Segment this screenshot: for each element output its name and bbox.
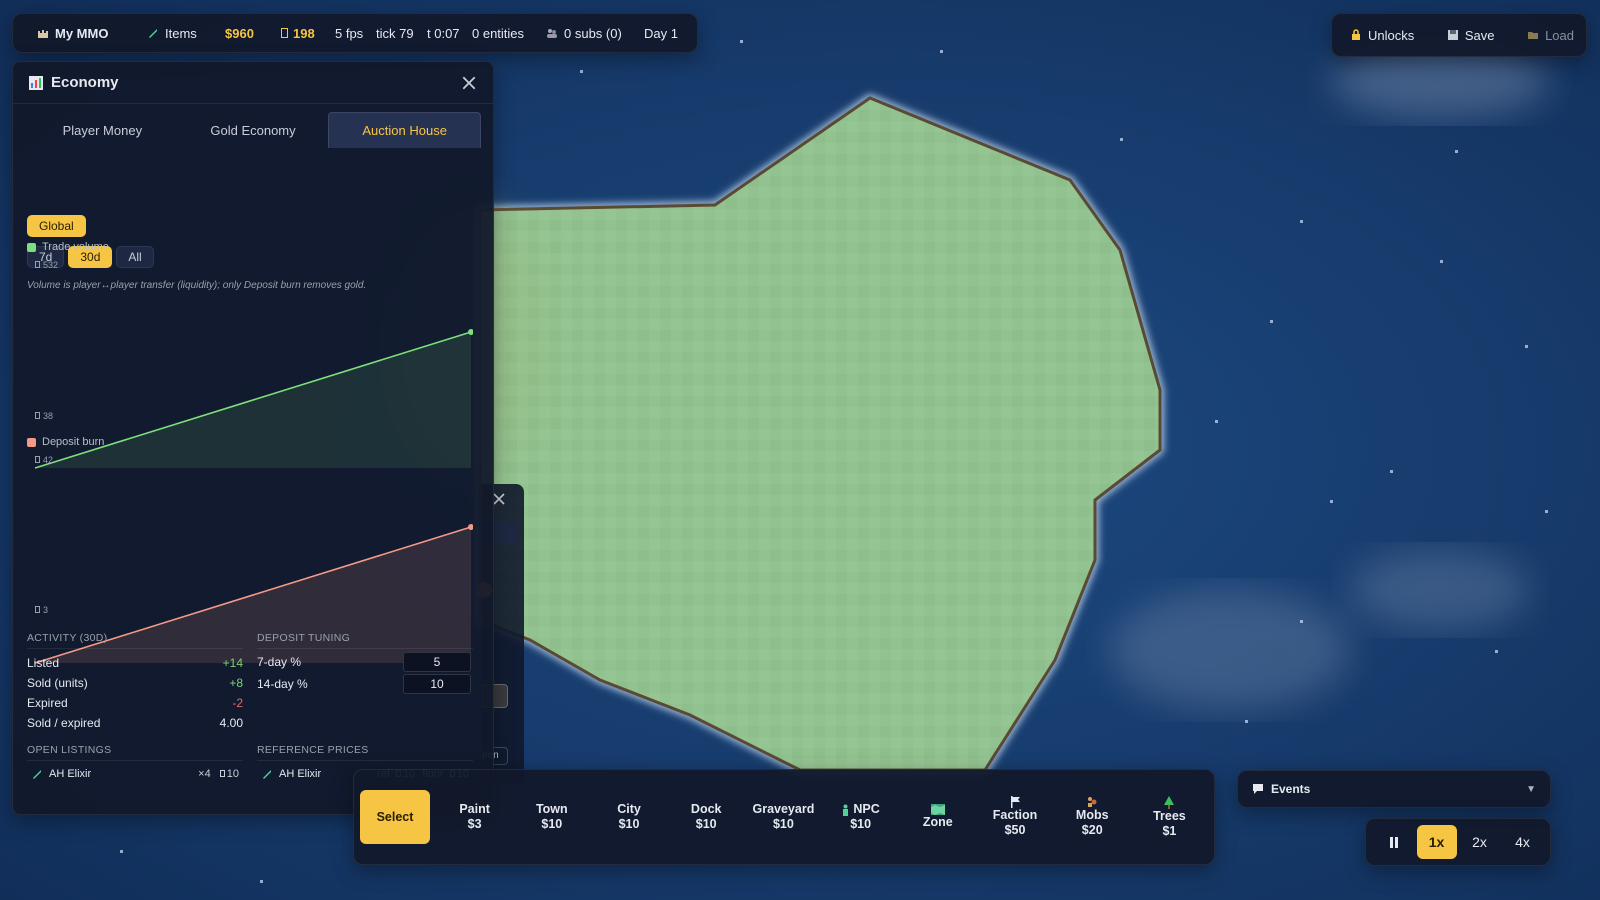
axis-min-label: 3 [35, 605, 48, 615]
potion-icon [33, 770, 41, 779]
pause-icon [1389, 836, 1398, 848]
tool-paint[interactable]: Paint $3 [436, 789, 513, 845]
tool-select[interactable]: Select [360, 790, 430, 844]
speed-4x-button[interactable]: 4x [1503, 825, 1543, 859]
tab-player-money[interactable]: Player Money [27, 112, 178, 148]
gold-coin-icon [35, 261, 40, 268]
axis-max-label: 42 [35, 455, 53, 465]
economy-panel: Economy Player Money Gold Economy Auctio… [12, 61, 494, 815]
divider [257, 648, 473, 649]
lock-icon [1352, 29, 1360, 40]
build-toolbar: Select Paint $3 Town $10 City $10 Dock $10 G… [353, 769, 1215, 865]
gold-coin-icon [35, 412, 40, 419]
listing-item[interactable]: AH Elixir ×4 10 [31, 768, 239, 780]
users-icon [547, 29, 557, 38]
top-status-bar: My MMO Items $960 198 5 fps tick 79 t 0:… [12, 13, 698, 53]
time-display: t 0:07 [427, 25, 460, 41]
deposit-burn-chart [34, 524, 473, 664]
reference-prices-header: REFERENCE PRICES [257, 744, 369, 756]
day-display: Day 1 [644, 25, 678, 41]
activity-row: Listed +14 [27, 656, 243, 670]
range-all-button[interactable]: All [116, 246, 154, 268]
person-icon [843, 804, 849, 816]
speed-1x-button[interactable]: 1x [1416, 825, 1457, 859]
tool-town[interactable]: Town $10 [513, 789, 590, 845]
load-button[interactable]: Load [1527, 28, 1574, 43]
items-button[interactable]: Items [147, 26, 225, 41]
legend-trade-volume: Trade volume [27, 241, 109, 253]
scope-global-button[interactable]: Global [27, 215, 86, 237]
economy-title: Economy [51, 74, 119, 91]
tool-graveyard[interactable]: Graveyard $10 [745, 789, 822, 845]
mob-icon [1088, 797, 1097, 807]
gold-coin-icon [219, 770, 225, 777]
legend-swatch [27, 242, 36, 252]
tool-dock[interactable]: Dock $10 [668, 789, 745, 845]
tool-zone[interactable]: Zone [899, 789, 976, 845]
activity-row: Sold / expired 4.00 [27, 716, 243, 730]
deposit-14day-input[interactable] [403, 674, 471, 694]
entities-display: 0 entities [472, 25, 525, 41]
gold-coin-icon [35, 606, 40, 613]
tuning-row: 7-day % [257, 652, 471, 672]
chart-note: Volume is player↔player transfer (liquid… [27, 280, 367, 291]
speed-2x-button[interactable]: 2x [1460, 825, 1500, 859]
divider [257, 760, 473, 761]
economy-tabs: Player Money Gold Economy Auction House [13, 104, 493, 148]
divider [27, 648, 243, 649]
tab-gold-economy[interactable]: Gold Economy [178, 112, 329, 148]
tool-npc[interactable]: NPC $10 [822, 789, 899, 845]
deposit-7day-input[interactable] [403, 652, 471, 672]
potion-icon [263, 770, 271, 779]
events-panel[interactable]: Events ▼ [1237, 770, 1551, 808]
fps-display: 5 fps [335, 25, 364, 41]
trade-volume-chart [34, 329, 473, 469]
money-display: $960 [225, 25, 254, 41]
tool-mobs[interactable]: Mobs $20 [1054, 789, 1131, 845]
close-icon[interactable] [492, 492, 506, 506]
legend-swatch [27, 437, 36, 447]
economy-header: Economy [13, 62, 493, 104]
save-button[interactable]: Save [1447, 28, 1494, 43]
activity-row: Sold (units) +8 [27, 676, 243, 690]
close-icon[interactable] [461, 75, 477, 91]
file-menu: Unlocks Save Load [1331, 13, 1587, 57]
chat-icon [1253, 784, 1263, 794]
gold-display: 198 [281, 26, 335, 41]
activity-row: Expired -2 [27, 696, 243, 710]
tuning-row: 14-day % [257, 674, 471, 694]
subs-display: 0 subs (0) [546, 26, 644, 41]
axis-max-label: 532 [35, 260, 58, 270]
activity-header: ACTIVITY (30D) [27, 632, 108, 644]
speed-controls: 1x 2x 4x [1365, 818, 1551, 866]
castle-icon [38, 30, 48, 38]
tab-auction-house[interactable]: Auction House [328, 112, 482, 148]
gold-coin-icon [281, 28, 288, 38]
tool-faction[interactable]: Faction $50 [976, 789, 1053, 845]
folder-icon [1528, 32, 1539, 39]
divider [27, 760, 243, 761]
potion-icon [149, 29, 157, 38]
open-listings-header: OPEN LISTINGS [27, 744, 112, 756]
legend-deposit-burn: Deposit burn [27, 436, 104, 448]
tool-city[interactable]: City $10 [590, 789, 667, 845]
tool-trees[interactable]: Trees $1 [1131, 789, 1208, 845]
deposit-tuning-header: DEPOSIT TUNING [257, 632, 351, 644]
chart-icon [29, 75, 43, 90]
axis-min-label: 38 [35, 411, 53, 421]
map-icon [930, 804, 945, 815]
chevron-down-icon[interactable]: ▼ [1526, 784, 1536, 795]
tick-display: tick 79 [376, 25, 414, 41]
floppy-icon [1447, 30, 1458, 40]
flag-icon [1010, 796, 1020, 808]
tree-icon [1164, 795, 1175, 809]
unlocks-button[interactable]: Unlocks [1350, 28, 1414, 43]
gold-coin-icon [35, 456, 40, 463]
pause-button[interactable] [1374, 825, 1414, 859]
game-name-button[interactable]: My MMO [37, 26, 147, 41]
